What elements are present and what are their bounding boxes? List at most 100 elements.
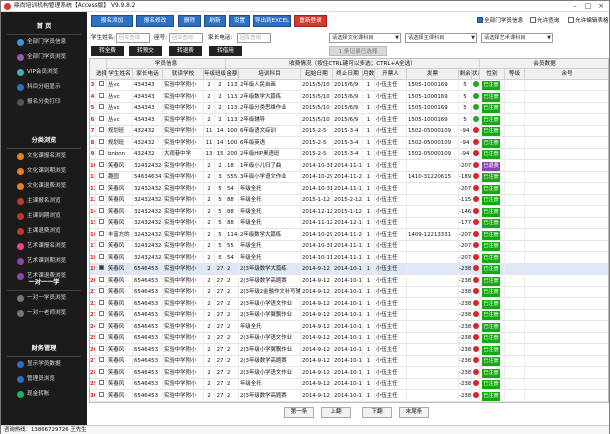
seat-search-input[interactable]: 回车查询 [169,33,203,43]
table-row[interactable]: 14笑春风324324324实验中学附小2588年级全托2014-12-1220… [90,206,608,218]
col-select[interactable] [96,195,107,206]
row-select-checkbox[interactable] [98,150,104,155]
sidebar-item[interactable]: 主课到期浏览 [1,211,87,222]
row-select-checkbox[interactable] [98,230,104,236]
column-header[interactable]: 学生姓名 [107,69,133,80]
parent-phone-search-input[interactable]: 回车查询 [237,33,271,43]
sidebar-item[interactable]: 报名分类打印 [1,97,87,108]
table-row[interactable]: 17笑春风324324324实验中学附小2555年级全托2014-10-3120… [90,241,608,252]
table-row[interactable]: 18笑春风324324324实验中学附小2554年级全托2014-10-1120… [90,252,608,264]
to-refund-button[interactable]: 转退费 [169,46,202,56]
column-header[interactable]: 就读学校 [163,69,204,80]
col-select[interactable] [96,229,107,241]
option-checkbox[interactable]: 全部门学员信息 [477,17,523,25]
col-select[interactable] [96,287,107,298]
row-select-checkbox[interactable] [98,345,104,351]
column-header[interactable]: 选择 [96,69,107,80]
delete-button[interactable]: 删除 [178,15,201,27]
sidebar-item[interactable]: 一对一老师浏览 [1,308,87,319]
sidebar-item[interactable]: 主课报名浏览 [1,196,87,207]
column-header[interactable]: 状态 [472,69,480,80]
row-select-checkbox[interactable] [98,81,104,86]
table-row[interactable]: 27笑春风6546453实验中学附小22722(3年级数学高题赛2014-9-1… [90,356,608,367]
row-select-checkbox[interactable] [98,127,104,132]
table-row[interactable]: 26笑春风6546453实验中学附小22722(3年级小学翼飘作业2014-9-… [90,344,608,356]
col-select[interactable] [96,264,107,275]
row-select-checkbox[interactable] [98,219,104,224]
column-header[interactable]: 班级 [215,69,226,80]
column-header[interactable]: 起始日期 [301,69,333,80]
col-select[interactable] [96,103,107,114]
export-excel-button[interactable]: 导出到EXCEL [253,15,291,27]
table-row[interactable]: 12笑春风324324324实验中学附小2554年级全托2014-10-3120… [90,183,608,195]
row-select-checkbox[interactable] [98,138,104,144]
col-select[interactable] [96,275,107,287]
to-full-fee-button[interactable]: 转全费 [91,46,124,56]
sidebar-item[interactable]: 现金转账 [1,389,87,400]
sidebar-item[interactable]: 艺术课到期浏览 [1,256,87,267]
col-select[interactable] [96,91,107,103]
checkbox-box[interactable] [530,17,536,23]
main-course-select[interactable]: 请选择主课科目 ▼ [405,33,477,43]
row-select-checkbox[interactable] [98,265,104,270]
table-row[interactable]: 21笑春风6546453实验中学附小22722(3年级2金融作文补写辅导2014… [90,287,608,298]
name-search-input[interactable]: 回车查询 [116,33,150,43]
selection-count-button[interactable]: 1 条记录已选择 [329,46,387,56]
col-select[interactable] [96,149,107,160]
table-row[interactable]: 6丛vc434343实验中学附小2211332年级辅导2015/5/102015… [90,114,608,126]
to-prepay-button[interactable]: 转预交 [129,46,162,56]
table-row[interactable]: 24笑春风6546453实验中学附小2272年级全托2014-9-122014-… [90,321,608,333]
column-header[interactable]: 开票人 [375,69,407,80]
previous-page-button[interactable]: 上翻 [321,407,351,418]
sidebar-item[interactable]: 显示学员数据 [1,359,87,370]
col-select[interactable] [96,218,107,229]
row-select-checkbox[interactable] [98,115,104,121]
refresh-button[interactable]: 刷新 [204,15,226,27]
table-row[interactable]: 28笑春风6546453实验中学附小22722(3年级小学语文作业2014-9-… [90,367,608,379]
row-select-checkbox[interactable] [98,253,104,259]
row-select-checkbox[interactable] [98,288,104,293]
row-select-checkbox[interactable] [98,368,104,374]
table-row[interactable]: 20笑春风6546453实验中学附小22722(3年级数学高题赛2014-9-1… [90,275,608,287]
next-page-button[interactable]: 下翻 [362,407,392,418]
sidebar-item[interactable]: VIP会员浏览 [1,67,87,78]
maximize-icon[interactable]: □ [582,1,594,11]
col-select[interactable] [96,310,107,321]
sidebar-item[interactable]: 一对一学员浏览 [1,293,87,304]
sidebar-item[interactable]: 主课退费浏览 [1,226,87,237]
minimize-icon[interactable]: – [569,1,581,11]
column-header[interactable]: 年级 [204,69,215,80]
col-select[interactable] [96,206,107,218]
last-record-button[interactable]: 末尾条 [399,407,429,418]
col-select[interactable] [96,137,107,149]
table-row[interactable]: 4丛vc434343实验中学附小2211332年级数学大篇练2015/5/102… [90,91,608,103]
art-course-select[interactable]: 请选择艺术课科目 ▼ [481,33,553,43]
col-select[interactable] [96,367,107,379]
table-row[interactable]: 11趣园546346346实验中学附小235553年级小学语文作业2014-10… [90,172,608,183]
table-row[interactable]: 8 规划班 432432 实验中学附小 11 14 100 6年级英语 2015-2-5 2015… [90,137,608,149]
table-row[interactable]: 30笑春风6546453实验中学附小22722(3年级数学高题赛2014-9-1… [90,390,608,402]
col-select[interactable] [96,379,107,390]
checkbox-box[interactable] [568,17,574,23]
to-borrow-button[interactable]: 转借用 [209,46,242,56]
column-header[interactable]: 发票 [407,69,459,80]
table-row[interactable]: 16丰富方的324324324实验中学附小2511442年级数学大篇练2014-… [90,229,608,241]
row-select-checkbox[interactable] [98,92,104,98]
table-row[interactable]: 19笑春风6546453实验中学附小22722(3年级数学大篇练2014-9-1… [90,264,608,275]
relogin-button[interactable]: 重新登录 [294,15,327,27]
sidebar-item[interactable]: 全部门学员浏览 [1,52,87,63]
table-row[interactable]: 9 bnbnn 432432 大观巷中学 13 15 200 2年级HIP奥语班 2015-2-… [90,149,608,160]
settings-button[interactable]: 设置 [229,15,250,27]
col-select[interactable] [96,126,107,137]
col-select[interactable] [96,344,107,356]
sidebar-item[interactable]: 文化课退费浏览 [1,181,87,192]
column-header[interactable]: 培训科目 [239,69,301,80]
column-header[interactable]: 终止日期 [333,69,363,80]
checkbox-box[interactable] [477,17,483,23]
first-record-button[interactable]: 第一条 [284,407,314,418]
row-select-checkbox[interactable] [98,173,104,178]
table-row[interactable]: 3丛vc434343实验中学附小2211332年级人民自画2015/5/1020… [90,80,608,91]
table-row[interactable]: 22笑春风6546453实验中学附小22722(3年级小学语文作业2014-9-… [90,298,608,310]
col-select[interactable] [96,172,107,183]
option-checkbox[interactable]: 允许编辑表格 [568,17,609,25]
